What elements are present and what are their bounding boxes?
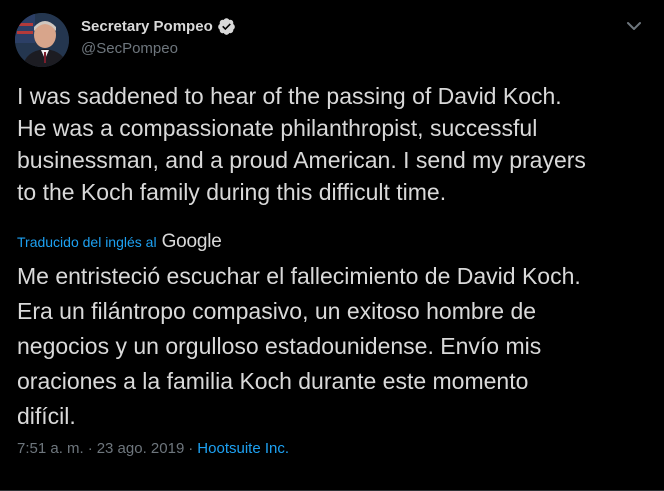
- tweet-metadata: 7:51 a. m. · 23 ago. 2019 · Hootsuite In…: [17, 440, 289, 457]
- tweet-time[interactable]: 7:51 a. m.: [17, 440, 84, 457]
- tweet-card: Secretary Pompeo @SecPompeo I was sadden…: [0, 0, 664, 491]
- user-info: Secretary Pompeo @SecPompeo: [81, 15, 236, 57]
- separator: ·: [87, 440, 93, 457]
- translated-by-link[interactable]: Traducido del inglés al: [17, 234, 157, 250]
- translated-text: Me entristeció escuchar el fallecimiento…: [17, 263, 581, 429]
- avatar-image: [15, 13, 69, 67]
- display-name[interactable]: Secretary Pompeo: [81, 18, 213, 35]
- display-name-row: Secretary Pompeo: [81, 15, 236, 37]
- avatar[interactable]: [15, 13, 69, 67]
- tweet-date[interactable]: 23 ago. 2019: [97, 440, 185, 457]
- chevron-down-icon[interactable]: [622, 14, 646, 38]
- tweet-text: I was saddened to hear of the passing of…: [17, 83, 586, 205]
- google-logo: Google: [161, 231, 222, 252]
- user-handle[interactable]: @SecPompeo: [81, 40, 236, 57]
- verified-badge-icon: [217, 17, 236, 36]
- translation-attribution: Traducido del inglés al Google: [17, 229, 222, 255]
- separator: ·: [188, 440, 194, 457]
- source-link[interactable]: Hootsuite Inc.: [197, 440, 289, 457]
